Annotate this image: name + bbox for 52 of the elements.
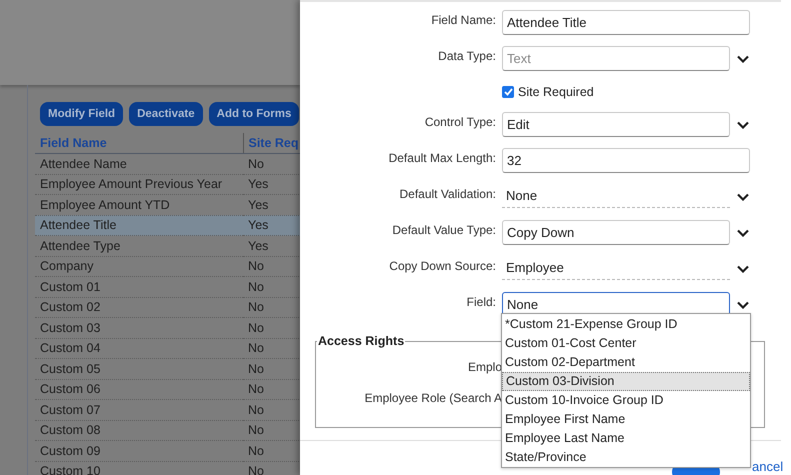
dropdown-option[interactable]: Custom 01-Cost Center <box>502 334 750 353</box>
field-label: Field Name: <box>430 12 497 27</box>
table-cell: Custom 04 <box>35 338 243 358</box>
field-label: Default Max Length: <box>388 150 497 165</box>
select-field[interactable]: Edit <box>502 112 730 137</box>
action-button[interactable]: Deactivate <box>129 102 203 126</box>
dropdown-option[interactable]: Custom 02-Department <box>502 353 750 372</box>
dropdown-option[interactable]: Custom 10-Invoice Group ID <box>502 391 750 410</box>
table-cell: Custom 01 <box>35 276 243 297</box>
table-cell: Custom 02 <box>35 297 243 318</box>
field-label: Emplo <box>466 360 502 374</box>
field-label: Data Type: <box>437 48 497 63</box>
section-title: Access Rights <box>317 334 406 348</box>
field-label: Default Validation: <box>398 186 497 201</box>
action-button[interactable]: Add to Forms <box>208 102 300 126</box>
checkbox-label: Site Required <box>518 85 594 99</box>
table-cell: Custom 05 <box>35 358 243 379</box>
chevron-down-icon[interactable] <box>737 265 749 273</box>
table-cell: Custom 03 <box>35 318 243 338</box>
table-cell: Company <box>35 256 243 276</box>
chevron-down-icon[interactable] <box>737 121 749 129</box>
table-cell: Employee Amount Previous Year <box>35 174 243 194</box>
dropdown-option[interactable]: *Custom 21-Expense Group ID <box>502 315 750 334</box>
table-cell: Custom 08 <box>35 420 243 440</box>
cancel-link[interactable]: ancel <box>752 459 784 474</box>
table-cell: Attendee Title <box>35 215 243 236</box>
checkbox[interactable] <box>502 86 514 98</box>
select-field[interactable]: None <box>502 184 730 208</box>
dropdown-option[interactable]: Employee First Name <box>502 410 750 429</box>
field-label: Default Value Type: <box>391 222 497 237</box>
chevron-down-icon[interactable] <box>737 193 749 201</box>
field-label: Copy Down Source: <box>388 258 497 273</box>
chevron-down-icon[interactable] <box>737 301 749 309</box>
action-button[interactable]: Modify Field <box>40 102 124 126</box>
dropdown-option[interactable]: State/Province <box>502 448 750 467</box>
field-label: Field: <box>466 294 497 309</box>
dropdown-option[interactable]: Employee Last Name <box>502 429 750 448</box>
chevron-down-icon[interactable] <box>737 55 749 63</box>
input-field[interactable]: Attendee Title <box>502 10 750 35</box>
dropdown-option[interactable]: Custom 03-Division <box>502 372 750 391</box>
table-cell: Custom 10 <box>35 461 243 475</box>
select-field[interactable]: Employee <box>502 256 730 280</box>
table-cell: Custom 07 <box>35 400 243 420</box>
table-cell: Attendee Type <box>35 236 243 256</box>
table-cell: Yes <box>243 215 300 236</box>
table-cell: Custom 06 <box>35 379 243 400</box>
input-field[interactable]: 32 <box>502 148 750 173</box>
table-cell: Attendee Name <box>35 154 243 174</box>
field-label: Control Type: <box>424 114 497 129</box>
select-field[interactable]: Copy Down <box>502 220 730 245</box>
chevron-down-icon[interactable] <box>737 229 749 237</box>
table-cell: Custom 09 <box>35 440 243 461</box>
